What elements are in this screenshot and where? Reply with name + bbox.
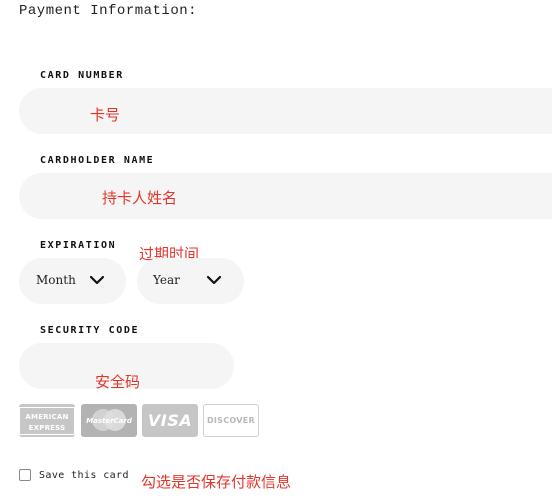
security-code-label: SECURITY CODE: [40, 325, 140, 336]
security-code-annotation: 安全码: [95, 373, 141, 391]
expiration-month-select[interactable]: Month: [19, 258, 126, 304]
discover-card-icon: DISCOVER: [203, 404, 259, 437]
mastercard-card-text: MasterCard: [86, 416, 132, 425]
save-card-annotation: 勾选是否保存付款信息: [141, 473, 292, 491]
save-card-label[interactable]: Save this card: [39, 470, 129, 481]
card-number-label: CARD NUMBER: [40, 70, 124, 81]
cardholder-name-input[interactable]: [19, 173, 552, 219]
cardholder-name-annotation: 持卡人姓名: [102, 189, 178, 207]
cardholder-name-label: CARDHOLDER NAME: [40, 155, 155, 166]
expiration-year-select[interactable]: Year: [137, 258, 244, 304]
visa-card-icon: VISA: [142, 404, 198, 437]
card-number-annotation: 卡号: [90, 106, 121, 124]
amex-card-icon: AMERICAN EXPRESS: [19, 404, 75, 437]
save-card-checkbox[interactable]: [19, 469, 31, 481]
save-card-row[interactable]: Save this card: [19, 469, 129, 481]
visa-card-text: VISA: [147, 411, 193, 430]
discover-card-text: DISCOVER: [206, 416, 256, 425]
chevron-down-icon: [89, 275, 105, 285]
amex-card-text: AMERICAN EXPRESS: [25, 412, 69, 432]
expiration-label: EXPIRATION: [40, 240, 117, 251]
chevron-down-icon: [206, 275, 222, 285]
mastercard-card-icon: MasterCard: [81, 404, 137, 437]
year-select-value: Year: [153, 273, 180, 287]
form-title: Payment Information:: [19, 3, 198, 19]
month-select-value: Month: [36, 273, 76, 287]
